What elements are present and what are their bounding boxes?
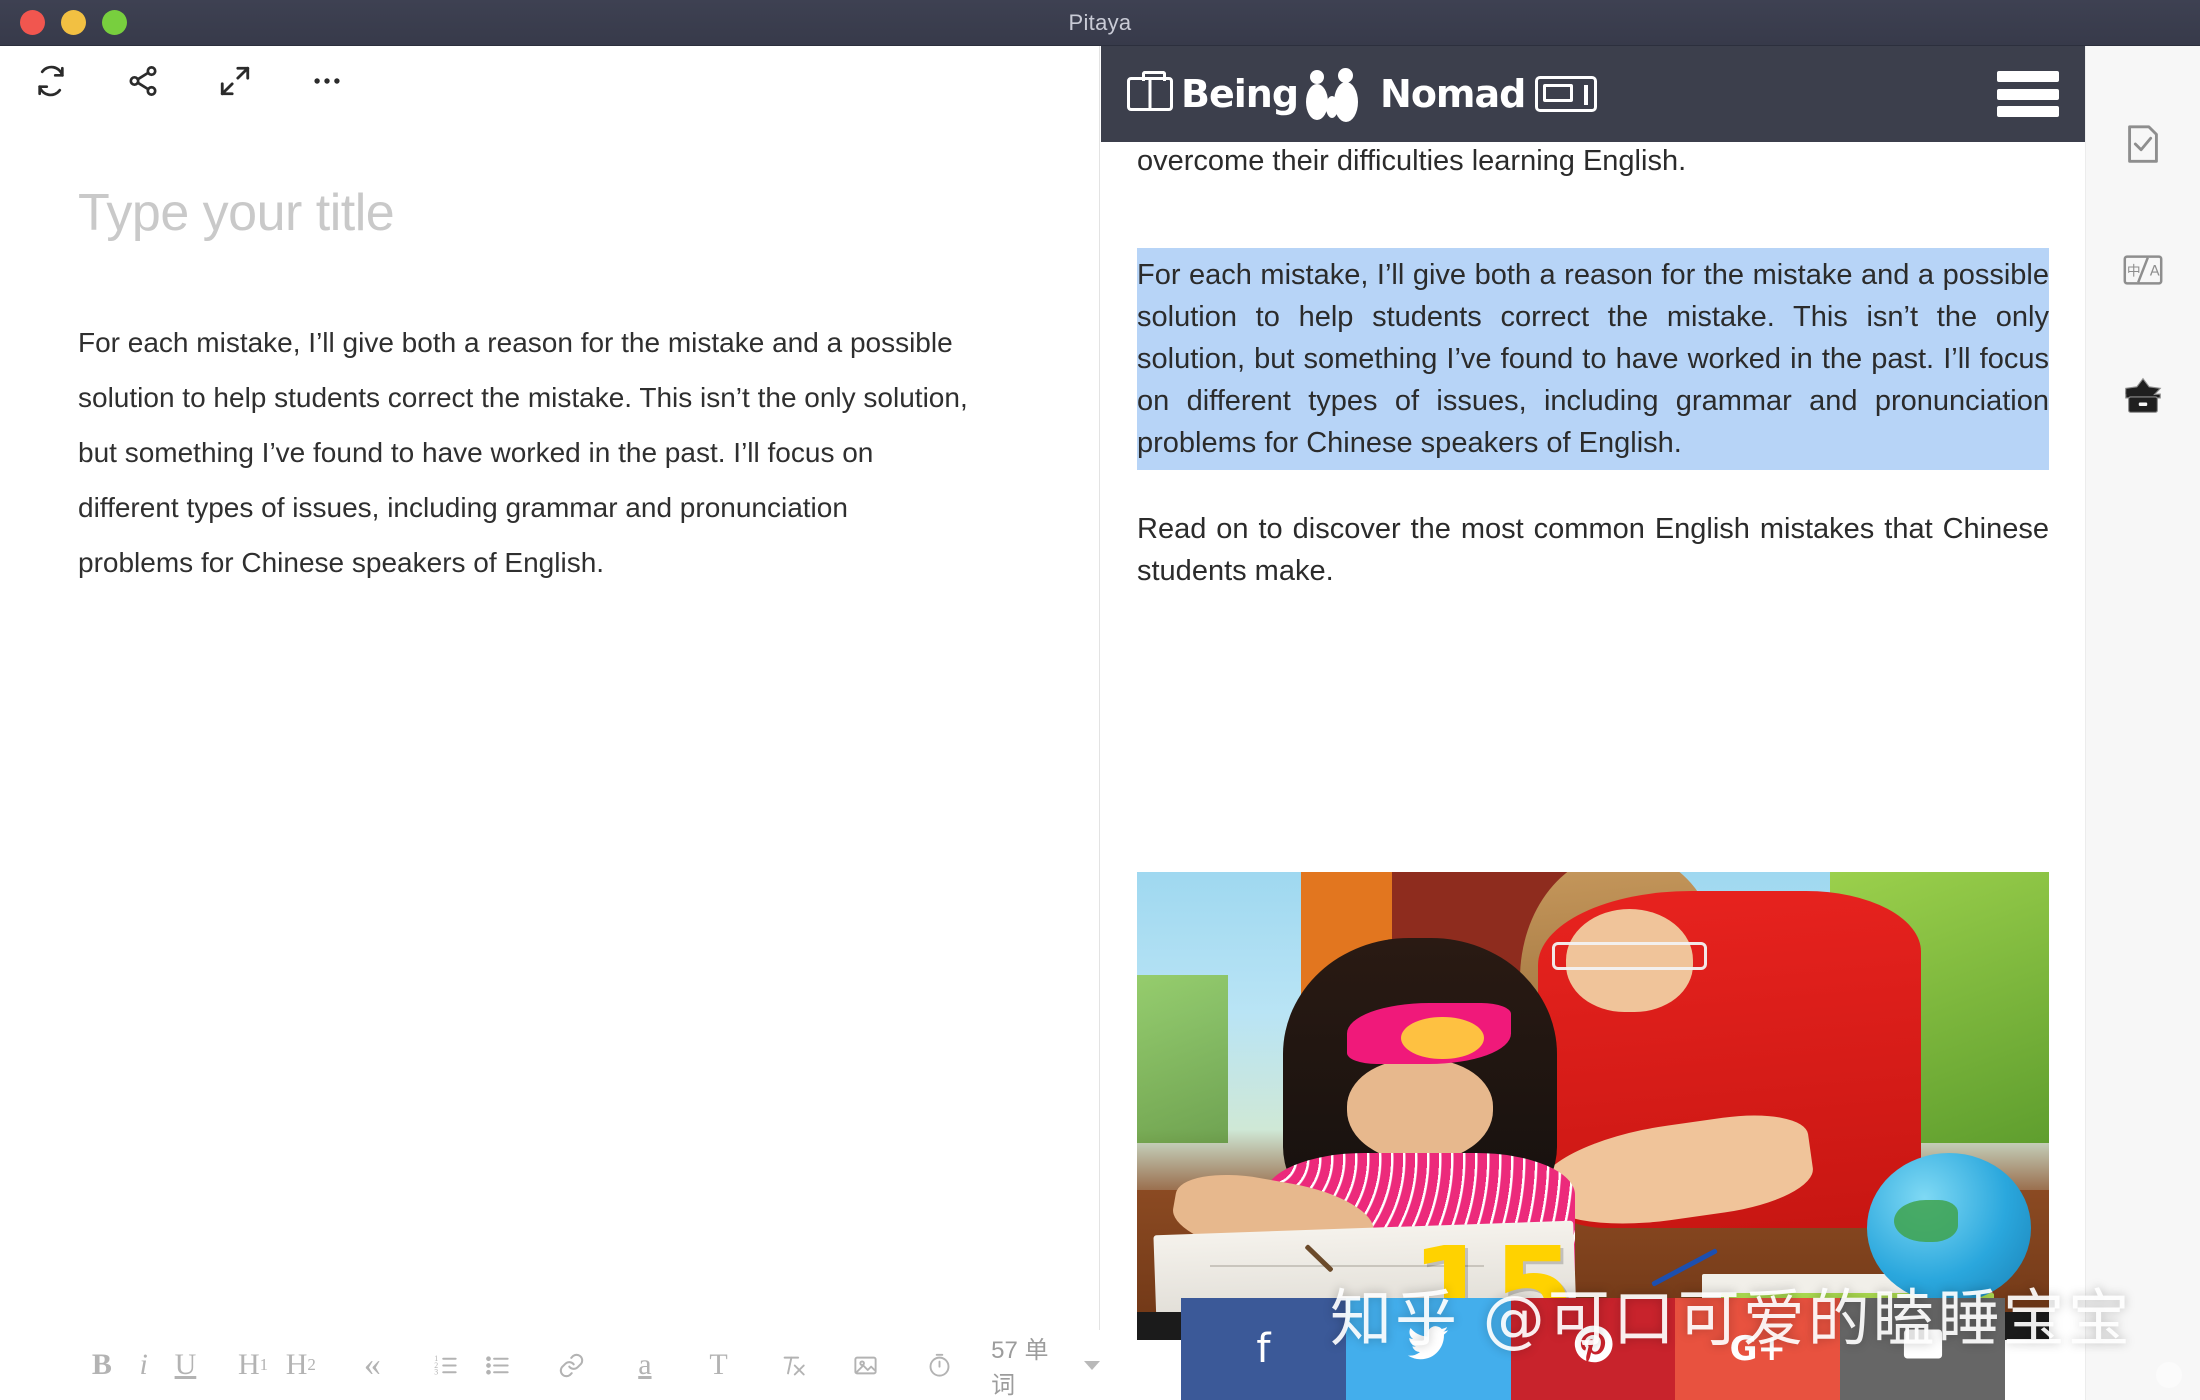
blockquote-button[interactable]: « <box>347 1346 399 1384</box>
document-title-input[interactable]: Type your title <box>78 183 1028 243</box>
word-count-selector[interactable]: 57 单词 <box>991 1330 1100 1400</box>
svg-text:中: 中 <box>2127 264 2141 280</box>
hamburger-menu-icon[interactable] <box>1997 71 2059 117</box>
app-window: Pitaya Type your title For each mistake,… <box>0 0 2200 1400</box>
social-share-bar: f G+ <box>1181 1298 2005 1400</box>
italic-button[interactable]: i <box>124 1348 164 1382</box>
more-icon[interactable] <box>306 60 348 102</box>
chevron-down-icon <box>1083 1360 1100 1370</box>
heading1-label: H <box>237 1348 260 1381</box>
unordered-list-icon[interactable] <box>472 1352 524 1379</box>
email-share-button[interactable] <box>1840 1298 2005 1400</box>
suitcase-icon <box>1127 71 1173 111</box>
format-toolbar: B i U H1 H2 « 1 2 3 a T 57 单词 <box>0 1330 1100 1400</box>
window-titlebar: Pitaya <box>0 0 2200 46</box>
photo-girl-face <box>1346 1059 1493 1163</box>
ordered-list-icon[interactable]: 1 2 3 <box>420 1352 472 1379</box>
heading2-sub: 2 <box>307 1355 316 1374</box>
archive-box-icon[interactable] <box>2117 370 2169 422</box>
photo-teacher-glasses <box>1551 942 1707 971</box>
photo-bg-foliage-left <box>1137 974 1229 1144</box>
underline-button[interactable]: U <box>164 1348 208 1382</box>
timer-icon[interactable] <box>913 1352 965 1379</box>
svg-text:3: 3 <box>435 1367 439 1376</box>
translate-icon[interactable]: 中 A <box>2117 244 2169 296</box>
photo-globe-landmass <box>1893 1199 1958 1242</box>
heading1-button[interactable]: H1 <box>229 1348 277 1382</box>
facebook-icon: f <box>1256 1326 1271 1372</box>
twitter-share-button[interactable] <box>1345 1298 1511 1400</box>
text-style-button[interactable]: T <box>693 1348 745 1382</box>
editor-pane: Type your title For each mistake, I’ll g… <box>0 46 1100 1400</box>
sync-icon[interactable] <box>30 60 72 102</box>
facebook-share-button[interactable]: f <box>1181 1298 1346 1400</box>
highlight-button[interactable]: a <box>619 1348 671 1382</box>
heading2-button[interactable]: H2 <box>277 1348 325 1382</box>
bold-button[interactable]: B <box>80 1348 124 1382</box>
right-icon-rail: 中 A <box>2085 46 2200 1400</box>
twitter-icon <box>1406 1322 1450 1376</box>
site-logo-text-b: Nomad <box>1380 72 1526 116</box>
link-icon[interactable] <box>545 1352 597 1379</box>
pinterest-share-button[interactable] <box>1510 1298 1676 1400</box>
article-paragraph-after: Read on to discover the most common Engl… <box>1137 513 2049 588</box>
window-title: Pitaya <box>1068 9 1132 35</box>
editor-top-toolbar <box>0 46 1099 116</box>
clear-format-icon[interactable] <box>766 1352 818 1379</box>
heading2-label: H <box>285 1348 308 1381</box>
highlighted-paragraph[interactable]: For each mistake, I’ll give both a reaso… <box>1137 248 2049 471</box>
site-logo-text-a: Being <box>1181 72 1299 116</box>
svg-text:A: A <box>2150 263 2160 280</box>
fullscreen-icon[interactable] <box>214 60 256 102</box>
pinterest-icon <box>1571 1322 1615 1376</box>
envelope-icon <box>1901 1322 1945 1376</box>
heading1-sub: 1 <box>259 1355 269 1374</box>
googleplus-share-button[interactable]: G+ <box>1675 1298 1841 1400</box>
document-check-icon[interactable] <box>2117 118 2169 170</box>
watermark-badge <box>2156 1362 2182 1388</box>
tutoring-photo: 15 <box>1137 872 2049 1340</box>
image-icon[interactable] <box>840 1352 892 1379</box>
site-header: Being Nomad <box>1101 46 2085 142</box>
word-count-label: 57 单词 <box>991 1337 1049 1399</box>
share-icon[interactable] <box>122 60 164 102</box>
article-body: well to help them overcome their difficu… <box>1137 168 2049 630</box>
googleplus-icon: G+ <box>1729 1329 1786 1369</box>
photo-girl-bow-center <box>1401 1017 1484 1060</box>
family-icon <box>1302 68 1376 122</box>
document-body-text[interactable]: For each mistake, I’ll give both a reaso… <box>78 316 968 590</box>
article-image: 15 <box>1137 872 2049 1340</box>
site-logo: Being Nomad <box>1127 68 1598 122</box>
web-preview-pane: data to Chinese students. But students c… <box>1101 46 2085 1400</box>
van-icon <box>1535 76 1598 112</box>
